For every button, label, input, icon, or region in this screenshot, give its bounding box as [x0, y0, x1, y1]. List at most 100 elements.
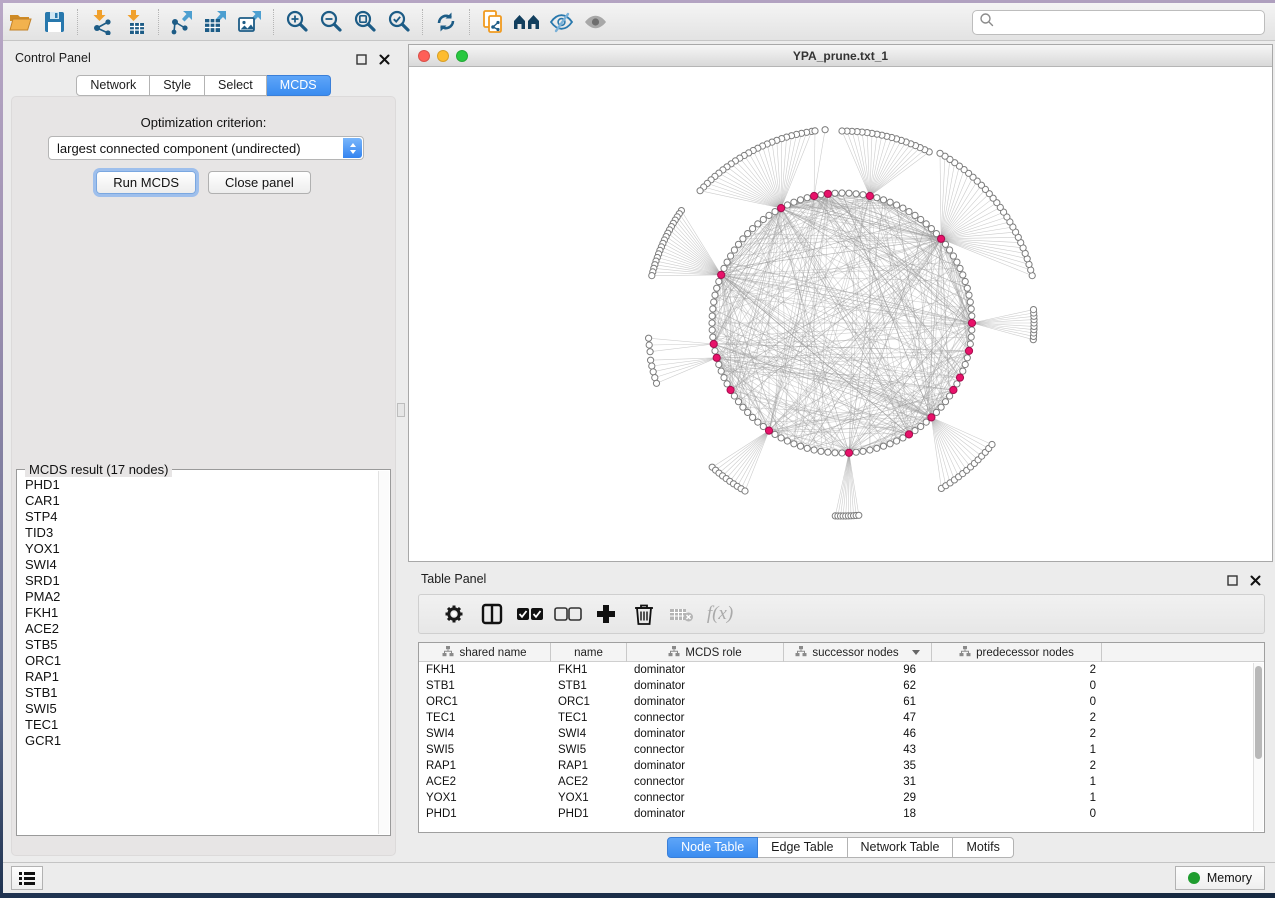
graph-node[interactable]	[649, 273, 655, 279]
graph-node[interactable]	[649, 363, 655, 369]
graph-node[interactable]	[928, 226, 934, 232]
graph-node[interactable]	[964, 285, 970, 291]
graph-node[interactable]	[894, 438, 900, 444]
graph-node[interactable]	[912, 212, 918, 218]
graph-node[interactable]	[968, 306, 974, 312]
graph-node[interactable]	[735, 399, 741, 405]
graph-node[interactable]	[887, 199, 893, 205]
table-row[interactable]: RAP1RAP1dominator352	[419, 758, 1253, 774]
graph-node[interactable]	[784, 202, 790, 208]
mcds-result-item[interactable]: SWI4	[25, 557, 378, 573]
graph-node[interactable]	[912, 428, 918, 434]
graph-node[interactable]	[1030, 307, 1036, 313]
graph-node[interactable]	[750, 414, 756, 420]
graph-node[interactable]	[766, 212, 772, 218]
graph-node[interactable]	[887, 441, 893, 447]
tab-edge-table[interactable]: Edge Table	[758, 837, 847, 858]
graph-node[interactable]	[962, 361, 968, 367]
graph-node[interactable]	[646, 342, 652, 348]
close-panel-icon[interactable]	[379, 52, 390, 70]
graph-node[interactable]	[832, 450, 838, 456]
graph-node[interactable]	[650, 369, 656, 375]
tab-select[interactable]: Select	[205, 75, 267, 96]
graph-node[interactable]	[954, 381, 960, 387]
graph-node[interactable]	[968, 334, 974, 340]
graph-node[interactable]	[791, 441, 797, 447]
graph-node[interactable]	[942, 399, 948, 405]
graph-node[interactable]	[784, 438, 790, 444]
refresh-icon[interactable]	[429, 6, 463, 38]
column-header-predecessor-nodes[interactable]: predecessor nodes	[932, 643, 1102, 662]
mcds-graph-node[interactable]	[938, 235, 945, 242]
task-history-button[interactable]	[11, 866, 43, 890]
graph-node[interactable]	[804, 195, 810, 201]
graph-node[interactable]	[900, 205, 906, 211]
graph-node[interactable]	[818, 448, 824, 454]
create-column-icon[interactable]	[587, 597, 625, 631]
graph-node[interactable]	[937, 150, 943, 156]
graph-node[interactable]	[728, 253, 734, 259]
mcds-result-item[interactable]: TID3	[25, 525, 378, 541]
table-row[interactable]: SWI4SWI4dominator462	[419, 726, 1253, 742]
mcds-graph-node[interactable]	[965, 347, 972, 354]
show-all-icon[interactable]	[578, 6, 612, 38]
mcds-graph-node[interactable]	[866, 192, 873, 199]
graph-node[interactable]	[853, 449, 859, 455]
graph-node[interactable]	[825, 449, 831, 455]
mcds-graph-node[interactable]	[713, 354, 720, 361]
tab-node-table[interactable]: Node Table	[667, 837, 758, 858]
graph-node[interactable]	[712, 348, 718, 354]
run-mcds-button[interactable]: Run MCDS	[96, 171, 196, 194]
graph-node[interactable]	[721, 265, 727, 271]
table-scrollbar-thumb[interactable]	[1255, 666, 1262, 759]
graph-node[interactable]	[947, 247, 953, 253]
graph-node[interactable]	[867, 447, 873, 453]
duplicate-network-icon[interactable]	[476, 6, 510, 38]
graph-node[interactable]	[721, 375, 727, 381]
graph-node[interactable]	[967, 299, 973, 305]
graph-node[interactable]	[954, 259, 960, 265]
mcds-graph-node[interactable]	[950, 386, 957, 393]
graph-node[interactable]	[710, 334, 716, 340]
mcds-result-item[interactable]: PMA2	[25, 589, 378, 605]
column-header-MCDS-role[interactable]: MCDS role	[627, 643, 784, 662]
mcds-result-item[interactable]: ACE2	[25, 621, 378, 637]
graph-node[interactable]	[853, 191, 859, 197]
graph-node[interactable]	[653, 380, 659, 386]
mcds-graph-node[interactable]	[956, 374, 963, 381]
graph-node[interactable]	[880, 197, 886, 203]
graph-node[interactable]	[846, 190, 852, 196]
graph-node[interactable]	[745, 231, 751, 237]
graph-node[interactable]	[967, 341, 973, 347]
table-row[interactable]: ACE2ACE2connector311	[419, 774, 1253, 790]
graph-node[interactable]	[938, 404, 944, 410]
import-table-icon[interactable]	[118, 6, 152, 38]
table-row[interactable]: FKH1FKH1dominator962	[419, 662, 1253, 678]
export-network-icon[interactable]	[165, 6, 199, 38]
graph-node[interactable]	[714, 285, 720, 291]
graph-node[interactable]	[894, 202, 900, 208]
table-row[interactable]: ORC1ORC1dominator610	[419, 694, 1253, 710]
deselect-all-icon[interactable]	[549, 597, 587, 631]
graph-node[interactable]	[811, 447, 817, 453]
graph-node[interactable]	[957, 265, 963, 271]
mcds-graph-node[interactable]	[845, 449, 852, 456]
graph-node[interactable]	[791, 199, 797, 205]
graph-node[interactable]	[832, 190, 838, 196]
mcds-result-item[interactable]: ORC1	[25, 653, 378, 669]
mcds-graph-node[interactable]	[905, 431, 912, 438]
mcds-result-item[interactable]: YOX1	[25, 541, 378, 557]
mcds-result-scrollbar[interactable]	[378, 471, 389, 834]
graph-node[interactable]	[797, 443, 803, 449]
graph-node[interactable]	[969, 327, 975, 333]
mcds-result-item[interactable]: FKH1	[25, 605, 378, 621]
graph-node[interactable]	[880, 443, 886, 449]
graph-node[interactable]	[750, 226, 756, 232]
graph-node[interactable]	[718, 368, 724, 374]
graph-node[interactable]	[906, 209, 912, 215]
graph-node[interactable]	[648, 357, 654, 363]
mcds-graph-node[interactable]	[968, 319, 975, 326]
zoom-fit-icon[interactable]	[348, 6, 382, 38]
graph-node[interactable]	[923, 221, 929, 227]
graph-node[interactable]	[969, 313, 975, 319]
